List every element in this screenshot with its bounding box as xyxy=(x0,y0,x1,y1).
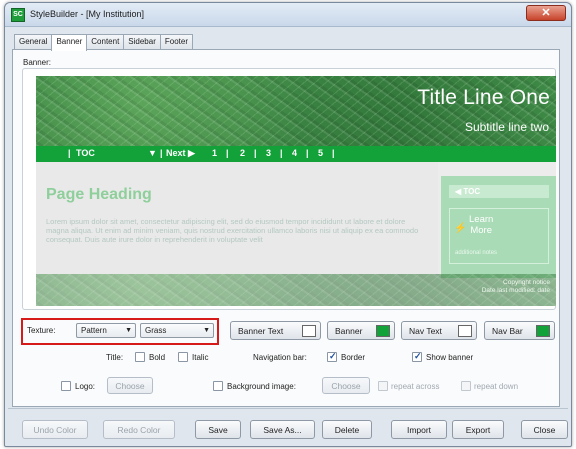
window-close-button[interactable]: ✕ xyxy=(526,5,566,21)
texture-pattern-value: Grass xyxy=(145,326,167,335)
italic-label: Italic xyxy=(192,353,209,362)
nav-toc: TOC xyxy=(76,148,95,158)
preview-title: Title Line One xyxy=(417,86,550,109)
bold-label: Bold xyxy=(149,353,166,362)
logo-choose-button[interactable]: Choose xyxy=(107,377,153,394)
chevron-down-icon: ▼ xyxy=(125,327,132,334)
nav-bar-label: Nav Bar xyxy=(492,326,523,336)
close-button[interactable]: Close xyxy=(521,420,568,439)
nav-page-1: 1 xyxy=(212,148,218,158)
app-icon: SC xyxy=(11,8,25,22)
save-button[interactable]: Save xyxy=(195,420,241,439)
texture-label: Texture: xyxy=(27,326,56,335)
banner-swatch xyxy=(376,325,390,337)
banner-text-color-button[interactable]: Banner Text xyxy=(230,321,321,340)
nav-separator: | xyxy=(226,148,229,158)
navigation-bar-label: Navigation bar: xyxy=(253,353,307,362)
redo-color-button[interactable]: Redo Color xyxy=(103,420,175,439)
nav-bar-swatch xyxy=(536,325,550,337)
redo-color-label: Redo Color xyxy=(117,425,161,435)
nav-separator: | xyxy=(306,148,309,158)
page-preview: Title Line One Subtitle line two | TOC ▼… xyxy=(36,76,556,306)
tab-sidebar[interactable]: Sidebar xyxy=(123,34,161,50)
title-bar: SC StyleBuilder - [My Institution] ✕ xyxy=(5,3,571,27)
logo-checkbox[interactable] xyxy=(61,381,71,391)
banner-color-button[interactable]: Banner xyxy=(327,321,395,340)
tab-general[interactable]: General xyxy=(14,34,53,50)
lightning-icon: ⚡ xyxy=(454,223,467,234)
nav-text-color-button[interactable]: Nav Text xyxy=(401,321,477,340)
nav-separator: | xyxy=(68,148,71,158)
nav-page-3: 3 xyxy=(266,148,272,158)
undo-color-label: Undo Color xyxy=(33,425,77,435)
chevron-down-icon: ▼ xyxy=(203,327,210,334)
banner-section-label: Banner: xyxy=(23,58,52,67)
bold-checkbox[interactable] xyxy=(135,352,145,362)
nav-page-2: 2 xyxy=(240,148,246,158)
nav-separator: | xyxy=(332,148,335,158)
border-checkbox[interactable] xyxy=(327,351,337,362)
preview-footer xyxy=(36,274,556,306)
nav-text-label: Nav Text xyxy=(409,326,442,336)
window-title: StyleBuilder - [My Institution] xyxy=(30,9,145,19)
nav-separator: | xyxy=(160,148,163,158)
tab-banner[interactable]: Banner xyxy=(51,34,88,51)
save-label: Save xyxy=(208,425,228,435)
show-banner-checkbox[interactable] xyxy=(412,351,422,362)
texture-type-dropdown[interactable]: Pattern ▼ xyxy=(76,323,136,338)
logo-choose-label: Choose xyxy=(115,381,145,391)
texture-type-value: Pattern xyxy=(81,326,107,335)
delete-label: Delete xyxy=(334,425,360,435)
preview-body-text: Lorem ipsum dolor sit amet, consectetur … xyxy=(46,217,419,244)
nav-toc-arrow-icon: ▼ xyxy=(148,148,157,158)
footer-separator xyxy=(8,408,568,409)
preview-subtitle: Subtitle line two xyxy=(464,120,549,134)
save-as-button[interactable]: Save As... xyxy=(250,420,315,439)
repeat-across-checkbox[interactable] xyxy=(378,381,388,391)
nav-page-5: 5 xyxy=(318,148,324,158)
background-image-label: Background image: xyxy=(227,382,296,391)
banner-text-label: Banner Text xyxy=(238,326,284,336)
border-label: Border xyxy=(341,353,366,362)
italic-checkbox[interactable] xyxy=(178,352,188,362)
repeat-down-checkbox[interactable] xyxy=(461,381,471,391)
sidebar-notes: additional notes xyxy=(455,250,498,256)
background-image-checkbox[interactable] xyxy=(213,381,223,391)
export-label: Export xyxy=(465,425,491,435)
delete-button[interactable]: Delete xyxy=(322,420,372,439)
nav-next: Next ▶ xyxy=(166,148,195,158)
tab-strip: General Banner Content Sidebar Footer xyxy=(14,34,193,51)
tab-footer[interactable]: Footer xyxy=(159,34,193,50)
preview-page-heading: Page Heading xyxy=(46,186,152,203)
nav-page-4: 4 xyxy=(292,148,298,158)
repeat-across-label: repeat across xyxy=(391,382,440,391)
sidebar-learn-more: Learn More xyxy=(469,214,494,236)
preview-navbar: | TOC ▼ | Next ▶ 1 | 2 | 3 | 4 | 5 | xyxy=(36,146,556,162)
undo-color-button[interactable]: Undo Color xyxy=(22,420,88,439)
banner-text-swatch xyxy=(302,325,316,337)
preview-copyright: Copyright notice Date last modified: dat… xyxy=(481,279,550,294)
import-label: Import xyxy=(406,425,432,435)
logo-label: Logo: xyxy=(75,382,96,391)
save-as-label: Save As... xyxy=(263,425,302,435)
close-label: Close xyxy=(533,425,556,435)
show-banner-label: Show banner xyxy=(426,353,474,362)
sidebar-toc: ◀ TOC xyxy=(449,185,549,198)
texture-pattern-dropdown[interactable]: Grass ▼ xyxy=(140,323,214,338)
tab-content[interactable]: Content xyxy=(86,34,125,50)
title-label: Title: xyxy=(106,353,124,362)
background-choose-button[interactable]: Choose xyxy=(322,377,370,394)
nav-separator: | xyxy=(280,148,283,158)
import-button[interactable]: Import xyxy=(391,420,447,439)
nav-separator: | xyxy=(254,148,257,158)
nav-bar-color-button[interactable]: Nav Bar xyxy=(484,321,555,340)
export-button[interactable]: Export xyxy=(452,420,504,439)
banner-label: Banner xyxy=(335,326,363,336)
nav-text-swatch xyxy=(458,325,472,337)
repeat-down-label: repeat down xyxy=(474,382,519,391)
background-choose-label: Choose xyxy=(331,381,361,391)
